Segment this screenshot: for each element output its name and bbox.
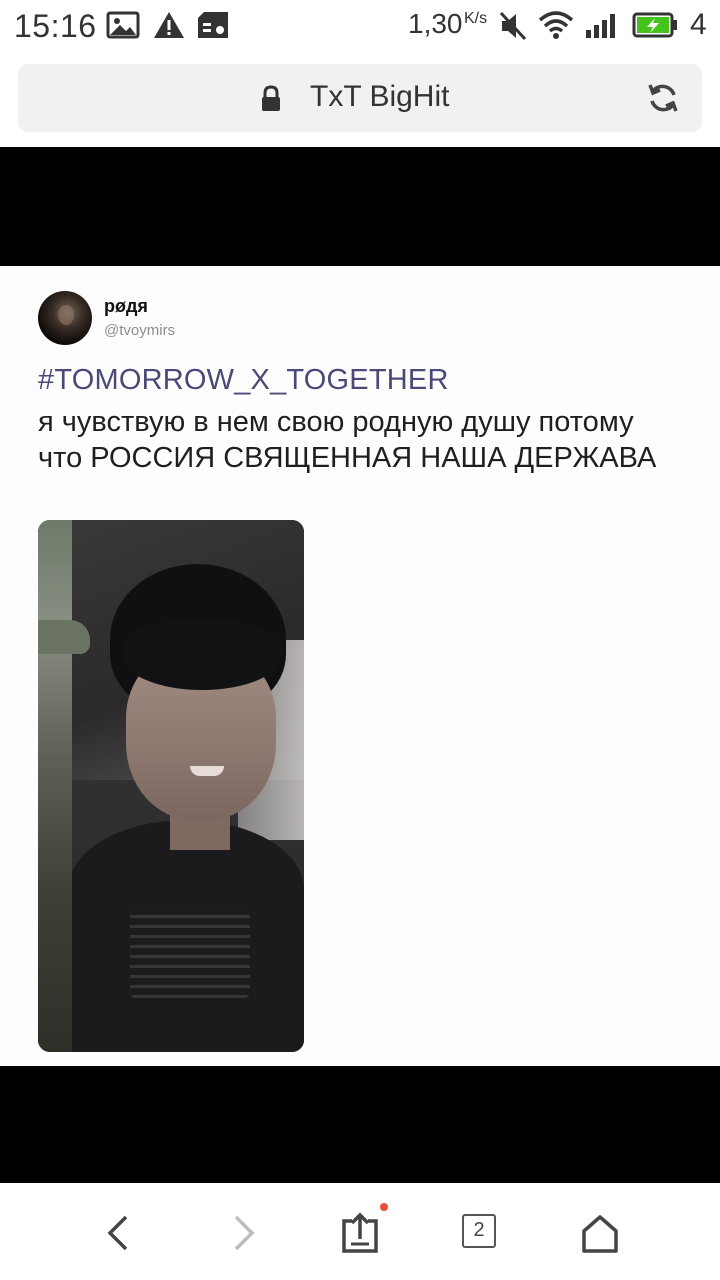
image-letterbox-top: [0, 147, 720, 266]
bottom-navigation: 2: [0, 1183, 720, 1280]
tweet-display-name: pøдя: [104, 296, 148, 316]
home-icon[interactable]: [578, 1211, 622, 1255]
status-bar: 15:16 1,30 K/s 4: [0, 0, 720, 52]
tweet-text: я чувствую в нем свою родную душу потому…: [38, 406, 657, 474]
address-bar[interactable]: TxT BigHit: [18, 64, 702, 132]
back-icon[interactable]: [98, 1211, 142, 1255]
mute-icon: [499, 11, 527, 41]
tabs-icon[interactable]: 2: [462, 1214, 506, 1258]
tab-count[interactable]: 2: [462, 1214, 496, 1248]
lock-icon: [262, 85, 280, 111]
reload-icon[interactable]: [646, 81, 680, 115]
signal-icon: [586, 14, 615, 38]
tweet-photo: [38, 520, 304, 1052]
network-speed-unit: K/s: [464, 10, 488, 27]
status-time: 15:16: [14, 8, 97, 44]
tweet-hashtag: #TOMORROW_X_TOGETHER: [38, 364, 449, 396]
battery-charging-icon: [632, 12, 677, 38]
avatar: [38, 291, 92, 345]
share-icon[interactable]: [338, 1211, 382, 1255]
warning-icon: [154, 12, 184, 38]
forward-icon[interactable]: [220, 1211, 264, 1255]
battery-number: 4: [690, 8, 707, 41]
sim-card-icon: [198, 12, 228, 38]
page-title[interactable]: TxT BigHit: [310, 80, 449, 114]
tweet-screenshot: pøдя @tvoymirs #TOMORROW_X_TOGETHER я чу…: [0, 266, 720, 1066]
image-icon: [106, 11, 140, 39]
wifi-icon: [538, 11, 574, 39]
network-speed: 1,30: [408, 8, 463, 39]
tweet-handle: @tvoymirs: [104, 322, 176, 339]
image-letterbox-bottom: [0, 1066, 720, 1183]
notification-dot: [380, 1203, 388, 1211]
